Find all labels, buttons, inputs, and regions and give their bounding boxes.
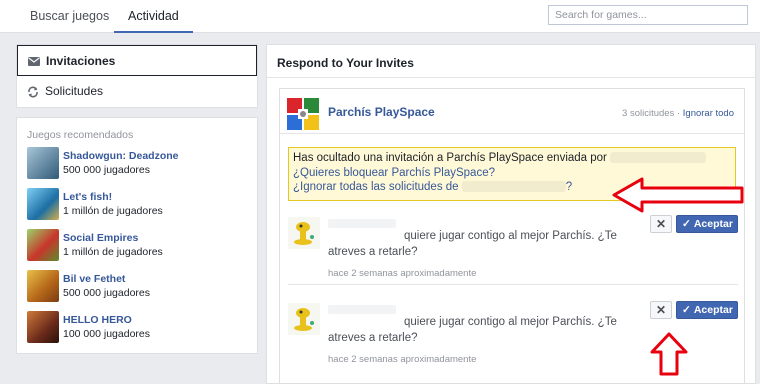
game-thumbnail [27,147,59,179]
check-icon: ✓ [682,304,691,316]
sidebar-item-solicitudes[interactable]: Solicitudes [17,76,257,107]
game-name[interactable]: Social Empires [63,229,257,244]
sidebar-item-invitaciones[interactable]: Invitaciones [17,45,257,76]
avatar[interactable] [288,217,320,249]
game-name[interactable]: HELLO HERO [63,311,257,326]
ignore-sender-text: ¿Ignorar todas las solicitudes de [293,181,459,193]
game-users: 1 millón de jugadores [63,205,163,217]
ignore-request-button[interactable]: ✕ [650,215,672,233]
ignore-request-button[interactable]: ✕ [650,301,672,319]
recommended-games-title: Juegos recomendados [27,129,134,141]
refresh-icon [26,76,40,107]
app-meta: 3 solicitudes · Ignorar todo [622,108,734,119]
annotation-arrow-up-icon [650,332,688,379]
accept-button[interactable]: ✓ Aceptar [676,301,738,319]
top-navigation: Buscar juegos Actividad [0,0,760,33]
request-message: quiere jugar contigo al mejor Parchís. ¿… [328,230,617,258]
sidebar-item-label: Solicitudes [45,84,104,98]
tab-buscar-juegos[interactable]: Buscar juegos [16,0,123,33]
request-timestamp: hace 2 semanas aproximadamente [328,354,477,365]
accept-button[interactable]: ✓ Aceptar [676,215,738,233]
recommended-games-panel: Juegos recomendados Shadowgun: Deadzone … [16,117,258,354]
game-item[interactable]: Let's fish! 1 millón de jugadores [17,188,257,229]
game-name[interactable]: Let's fish! [63,188,257,203]
redacted-sender-name [328,219,396,228]
game-name[interactable]: Bil ve Fethet [63,270,257,285]
game-thumbnail [27,270,59,302]
game-thumbnail [27,229,59,261]
invite-request: quiere jugar contigo al mejor Parchís. ¿… [288,215,738,285]
tab-actividad[interactable]: Actividad [114,0,193,33]
redacted-name [461,181,566,193]
game-thumbnail [27,188,59,220]
search-input[interactable] [548,5,748,25]
notice-text: Has ocultado una invitación a Parchís Pl… [293,152,607,164]
page-title: Respond to Your Invites [267,45,755,78]
meta-separator: · [676,108,681,119]
ignore-sender-link[interactable]: ¿Ignorar todas las solicitudes de ? [293,181,572,193]
ignore-sender-suffix: ? [565,181,573,193]
annotation-arrow-left-icon [612,177,746,216]
close-icon: ✕ [655,303,667,317]
redacted-sender-name [328,305,396,314]
game-item[interactable]: Shadowgun: Deadzone 500 000 jugadores [17,147,257,188]
ignore-all-link[interactable]: Ignorar todo [683,108,734,119]
accept-label: Aceptar [693,304,733,316]
request-count: 3 solicitudes [622,108,675,119]
sidebar-item-label: Invitaciones [46,54,116,68]
game-item[interactable]: Bil ve Fethet 500 000 jugadores [17,270,257,311]
redacted-name [610,152,707,164]
game-users: 100 000 jugadores [63,328,150,340]
block-app-link[interactable]: ¿Quieres bloquear Parchís PlaySpace? [293,167,495,179]
avatar[interactable] [288,303,320,335]
game-item[interactable]: HELLO HERO 100 000 jugadores [17,311,257,352]
request-timestamp: hace 2 semanas aproximadamente [328,268,477,279]
accept-label: Aceptar [693,218,733,230]
game-users: 500 000 jugadores [63,164,150,176]
close-icon: ✕ [655,217,667,231]
game-name[interactable]: Shadowgun: Deadzone [63,147,257,162]
app-name[interactable]: Parchís PlaySpace [328,105,435,119]
check-icon: ✓ [682,218,691,230]
app-header: Parchís PlaySpace 3 solicitudes · Ignora… [280,89,744,134]
game-thumbnail [27,311,59,343]
envelope-icon [27,46,41,77]
game-users: 1 millón de jugadores [63,246,163,258]
game-users: 500 000 jugadores [63,287,150,299]
request-message: quiere jugar contigo al mejor Parchís. ¿… [328,316,617,344]
app-logo-icon[interactable] [287,98,319,130]
game-item[interactable]: Social Empires 1 millón de jugadores [17,229,257,270]
sidebar-nav: Invitaciones Solicitudes [16,44,258,108]
